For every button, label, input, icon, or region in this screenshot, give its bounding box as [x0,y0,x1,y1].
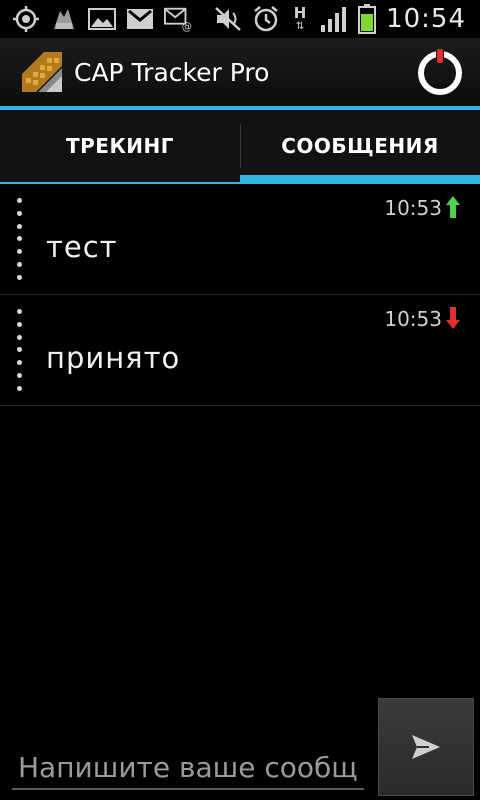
power-toggle-button[interactable] [414,46,466,98]
email-icon: @ [164,5,192,33]
app-logo-icon [18,48,66,96]
tab-bar: ТРЕКИНГ СООБЩЕНИЯ [0,110,480,184]
mute-icon [214,5,242,33]
drag-handle-icon[interactable] [12,309,26,391]
gmail-icon [126,5,154,33]
signal-icon [320,5,348,33]
tab-messages[interactable]: СООБЩЕНИЯ [240,110,480,182]
list-item[interactable]: 10:53 принято [0,295,480,406]
send-icon [412,735,440,759]
battery-icon [358,4,377,34]
message-time: 10:53 [384,196,442,220]
app-notification-icon [50,5,78,33]
status-bar: @ H ⇅ 10:54 [0,0,480,38]
alarm-icon [252,5,280,33]
list-item[interactable]: 10:53 тест [0,184,480,295]
svg-text:@: @ [182,21,192,32]
message-time: 10:53 [384,307,442,331]
gps-icon [12,5,40,33]
message-input[interactable] [12,746,364,790]
screen: @ H ⇅ 10:54 CAP Tracker Pro ТРЕКИНГ СООБ… [0,0,480,800]
action-bar: CAP Tracker Pro [0,38,480,110]
compose-bar [0,698,480,800]
received-arrow-icon [446,307,460,329]
gallery-icon [88,5,116,33]
drag-handle-icon[interactable] [12,198,26,280]
notification-icons: @ [0,5,192,33]
app-title: CAP Tracker Pro [74,57,270,87]
message-list[interactable]: 10:53 тест 10:53 принято [0,184,480,406]
network-h-icon: H ⇅ [293,4,307,33]
send-button[interactable] [378,698,474,796]
sent-arrow-icon [446,196,460,218]
status-clock: 10:54 [386,4,466,34]
message-text: тест [46,230,118,264]
message-text: принято [46,341,181,375]
power-icon [418,48,462,95]
system-icons: H ⇅ 10:54 [214,4,480,34]
tab-tracking[interactable]: ТРЕКИНГ [0,110,240,182]
